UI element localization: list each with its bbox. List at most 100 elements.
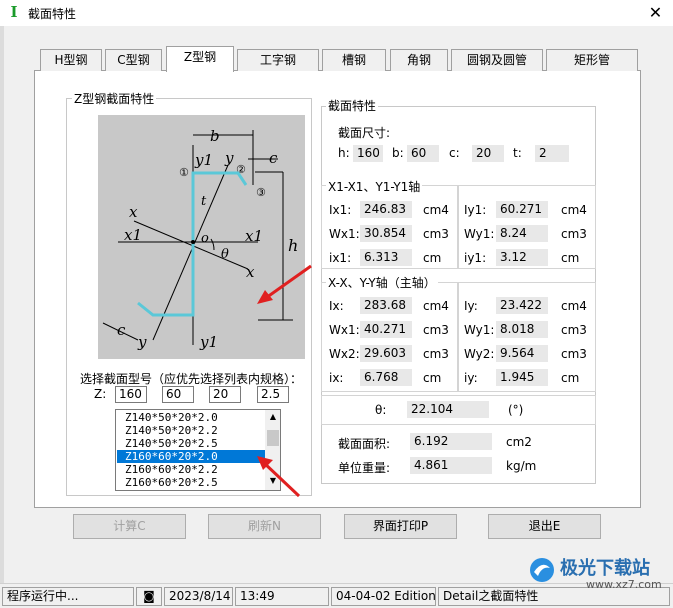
point-1-label: ① [179,166,189,179]
z-section-title: Z型钢截面特性 [72,90,157,107]
iy1-unit: cm4 [561,203,587,217]
wx2-value: 29.603 [360,345,412,362]
wx2-label: Wx2: [329,347,360,361]
list-item[interactable]: Z160*60*20*2.2 [125,463,218,476]
tab-z-steel[interactable]: Z型钢 [166,46,234,72]
y-label-bottom: y [137,333,147,351]
iy-unit: cm4 [561,299,587,313]
scroll-up-icon[interactable]: ▲ [265,410,280,424]
x-label-right: x [246,263,255,281]
area-value: 6.192 [410,433,492,450]
y1-label-bottom: y1 [199,333,218,351]
axis2-divider [457,282,459,392]
print-button[interactable]: 界面打印P [344,514,457,539]
axis2-title: X-X、Y-Y轴（主轴） [326,274,438,291]
wy1-label: Wy1: [464,227,495,241]
point-3-label: ③ [256,186,266,199]
title-bar [0,0,673,26]
input-h[interactable]: 160 [115,386,147,403]
area-label: 截面面积: [338,437,391,451]
iy-label: Iy: [464,299,478,313]
wx1-main-value: 40.271 [360,321,412,338]
list-item[interactable]: Z160*60*20*2.5 [125,476,218,489]
app-icon: I [10,3,18,21]
tab-c-steel[interactable]: C型钢 [105,49,162,71]
z-section-diagram: b y1 y c x x1 o t θ x1 x h c y y1 ① ② ③ [98,115,305,359]
iy1-label: Iy1: [464,203,487,217]
iy1r-value: 3.12 [496,249,548,266]
close-button[interactable]: ✕ [638,0,673,26]
input-b[interactable]: 60 [162,386,194,403]
wx2-unit: cm3 [423,347,449,361]
x-label-left: x [129,203,138,221]
tab-round[interactable]: 圆钢及圆管 [451,49,543,71]
weight-value: 4.861 [410,457,492,474]
wx1-unit: cm3 [423,227,449,241]
ix1-value: 246.83 [360,201,412,218]
ix1-unit: cm4 [423,203,449,217]
scroll-thumb[interactable] [267,430,279,446]
exit-button[interactable]: 退出E [488,514,601,539]
dim-c-label: c: [449,146,460,160]
dim-b-label: b [210,127,220,145]
ix1r-value: 6.313 [360,249,412,266]
axis1-title: X1-X1、Y1-Y1轴 [326,178,423,195]
y1-label-top: y1 [194,151,213,169]
iy-value: 23.422 [496,297,548,314]
ix1r-label: ix1: [329,251,352,265]
wy1-unit: cm3 [561,227,587,241]
wy1-value: 8.24 [496,225,548,242]
theta-unit: (°) [508,403,524,417]
wx1-main-label: Wx1: [329,323,360,337]
ix-main-value: 6.768 [360,369,412,386]
wx1-value: 30.854 [360,225,412,242]
y-label-top: y [224,149,234,167]
list-item[interactable]: Z140*50*20*2.5 [125,437,218,450]
ix-value: 283.68 [360,297,412,314]
input-t[interactable]: 2.5 [257,386,289,403]
status-state: 程序运行中... [2,587,134,606]
weight-label: 单位重量: [338,461,391,475]
close-icon: ✕ [648,3,663,22]
watermark: 极光下载站 www.xz7.com [528,552,668,602]
z-label: Z: [94,387,107,401]
dim-t-value: 2 [535,145,569,162]
ix1r-unit: cm [423,251,442,265]
axis1-divider [457,185,459,269]
clock-icon-cell: ◙ [136,587,162,606]
wy2-unit: cm3 [561,347,587,361]
tab-rect-tube[interactable]: 矩形管 [546,49,638,71]
weight-unit: kg/m [506,459,537,473]
ix-unit: cm4 [423,299,449,313]
calc-button[interactable]: 计算C [73,514,186,539]
iy-main-value: 1.945 [496,369,548,386]
window-edge [0,26,4,586]
x1-label-left: x1 [124,226,142,244]
iy1r-unit: cm [561,251,580,265]
properties-title: 截面特性 [326,97,379,114]
ix-main-label: ix: [329,371,344,385]
iy-main-unit: cm [561,371,580,385]
list-item-selected[interactable]: Z160*60*20*2.0 [117,450,267,463]
watermark-url: www.xz7.com [586,578,662,591]
annotation-arrow-2 [257,456,301,498]
ix-label: Ix: [329,299,344,313]
tab-i-beam[interactable]: 工字钢 [237,49,319,71]
dim-b-value: 60 [407,145,439,162]
tab-h-steel[interactable]: H型钢 [40,49,102,71]
dim-b-label: b: [392,146,404,160]
input-c[interactable]: 20 [209,386,241,403]
area-unit: cm2 [506,435,532,449]
refresh-button[interactable]: 刷新N [208,514,321,539]
clock-icon: ◙ [143,589,155,603]
wy2-label: Wy2: [464,347,495,361]
tab-channel[interactable]: 槽钢 [322,49,386,71]
origin-label: o [201,231,209,246]
wy2-value: 9.564 [496,345,548,362]
list-item[interactable]: Z140*50*20*2.2 [125,424,218,437]
watermark-text: 极光下载站 [560,558,650,579]
tab-angle[interactable]: 角钢 [390,49,448,71]
list-item[interactable]: Z140*50*20*2.0 [125,411,218,424]
wy1-main-value: 8.018 [496,321,548,338]
dim-h-label: h [288,236,298,255]
